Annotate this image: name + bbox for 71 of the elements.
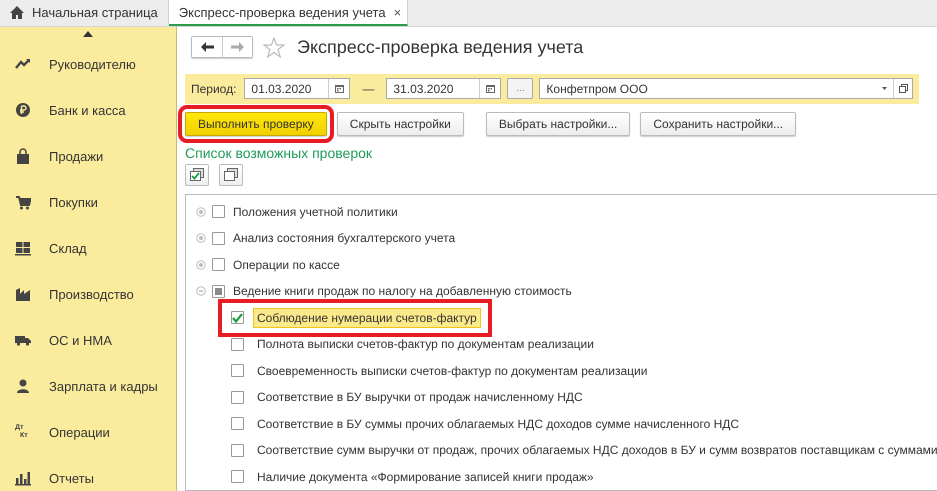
calendar-icon [334,84,344,94]
checkbox[interactable] [231,311,244,324]
sidebar-item[interactable]: Руководителю [0,41,176,87]
sidebar-item[interactable]: Зарплата и кадры [0,363,176,409]
close-tab-icon[interactable]: × [394,4,402,20]
sidebar-item[interactable]: Банк и касса [0,87,176,133]
sidebar-item[interactable]: Склад [0,225,176,271]
check-label[interactable]: Соответствие в БУ выручки от продаж начисленному НДС [253,387,587,408]
check-label[interactable]: Соответствие сумм выручки от продаж, прочих облагаемых НДС доходов в БУ и сумм возвратов поставщикам с суммами [253,440,937,460]
sidebar-item[interactable]: Продажи [0,133,176,179]
check-label[interactable]: Своевременность выписки счетов-фактур по документам реализации [253,360,652,381]
checkbox[interactable] [231,470,244,484]
checkbox[interactable] [231,444,244,457]
cart-icon [15,194,31,210]
ruble-coin-icon [15,102,31,118]
date-to-field[interactable]: 31.03.2020 [386,78,502,100]
open-window-icon [898,84,908,94]
checkbox[interactable] [212,205,225,218]
check-label[interactable]: Наличие документа «Формирование записей книги продаж» [253,466,598,487]
stacked-squares-icon [224,168,238,181]
check-all-button[interactable] [185,164,209,186]
checkbox[interactable] [212,284,225,298]
settings-button[interactable]: Скрыть настройки [336,112,464,136]
period-label: Период: [191,82,236,96]
back-button[interactable] [192,37,222,57]
check-mark-icon [232,312,243,323]
form-title: Экспресс-проверка ведения учета [297,36,584,58]
expand-icon[interactable] [196,233,206,244]
check-label[interactable]: Полнота выписки счетов-фактур по документам реализации [253,334,598,354]
date-from-field[interactable]: 01.03.2020 [244,78,350,100]
checkbox[interactable] [212,232,225,245]
calendar-icon [486,84,495,94]
check-label[interactable]: Соответствие в БУ суммы прочих облагаемых НДС доходов сумме начисленного НДС [253,414,744,434]
star-icon[interactable] [263,36,285,58]
factory-icon [15,286,31,302]
stacked-checkboxes-icon [190,168,204,181]
document-tab[interactable]: Экспресс-проверка ведения учета × [168,0,408,26]
shopping-bag-icon [15,148,31,164]
expand-icon[interactable] [196,260,206,270]
back-arrow-icon [200,42,214,52]
check-label: Положения учетной политики [233,204,398,219]
dropdown-caret-icon [882,87,886,90]
checkbox[interactable] [231,390,244,404]
settings-button[interactable]: Сохранить настройки... [640,112,796,136]
settings-button[interactable]: Выбрать настройки... [486,112,630,136]
sidebar-item[interactable]: Отчеты [0,455,176,491]
checkbox[interactable] [231,417,244,430]
check-label: Операции по кассе [233,258,340,272]
forward-arrow-icon [231,42,244,52]
bar-chart-icon [15,470,31,486]
period-select-button[interactable]: ... [507,78,534,100]
organization-field[interactable]: Конфетпром ООО [539,78,913,100]
checkbox[interactable] [231,364,244,378]
expand-icon[interactable] [196,206,206,217]
sidebar-item[interactable]: ОС и НМА [0,317,176,363]
checkbox[interactable] [212,258,225,272]
checkbox[interactable] [231,338,244,351]
sidebar-item[interactable]: Покупки [0,179,176,225]
home-icon [10,6,24,18]
home-tab[interactable]: Начальная страница [0,0,169,26]
period-dash: — [362,82,374,96]
check-label: Анализ состояния бухгалтерского учета [233,231,456,246]
check-label: Ведение книги продаж по налогу на добавленную стоимость [233,284,572,298]
check-label[interactable]: Соблюдение нумерации счетов-фактур [253,308,481,328]
uncheck-all-button[interactable] [219,164,243,186]
scroll-up-arrow-icon [83,31,93,37]
warehouse-grid-icon [15,240,31,256]
person-icon [15,378,31,394]
sidebar-item[interactable]: Производство [0,271,176,317]
section-title: Список возможных проверок [185,144,374,160]
collapse-icon[interactable] [196,286,206,296]
